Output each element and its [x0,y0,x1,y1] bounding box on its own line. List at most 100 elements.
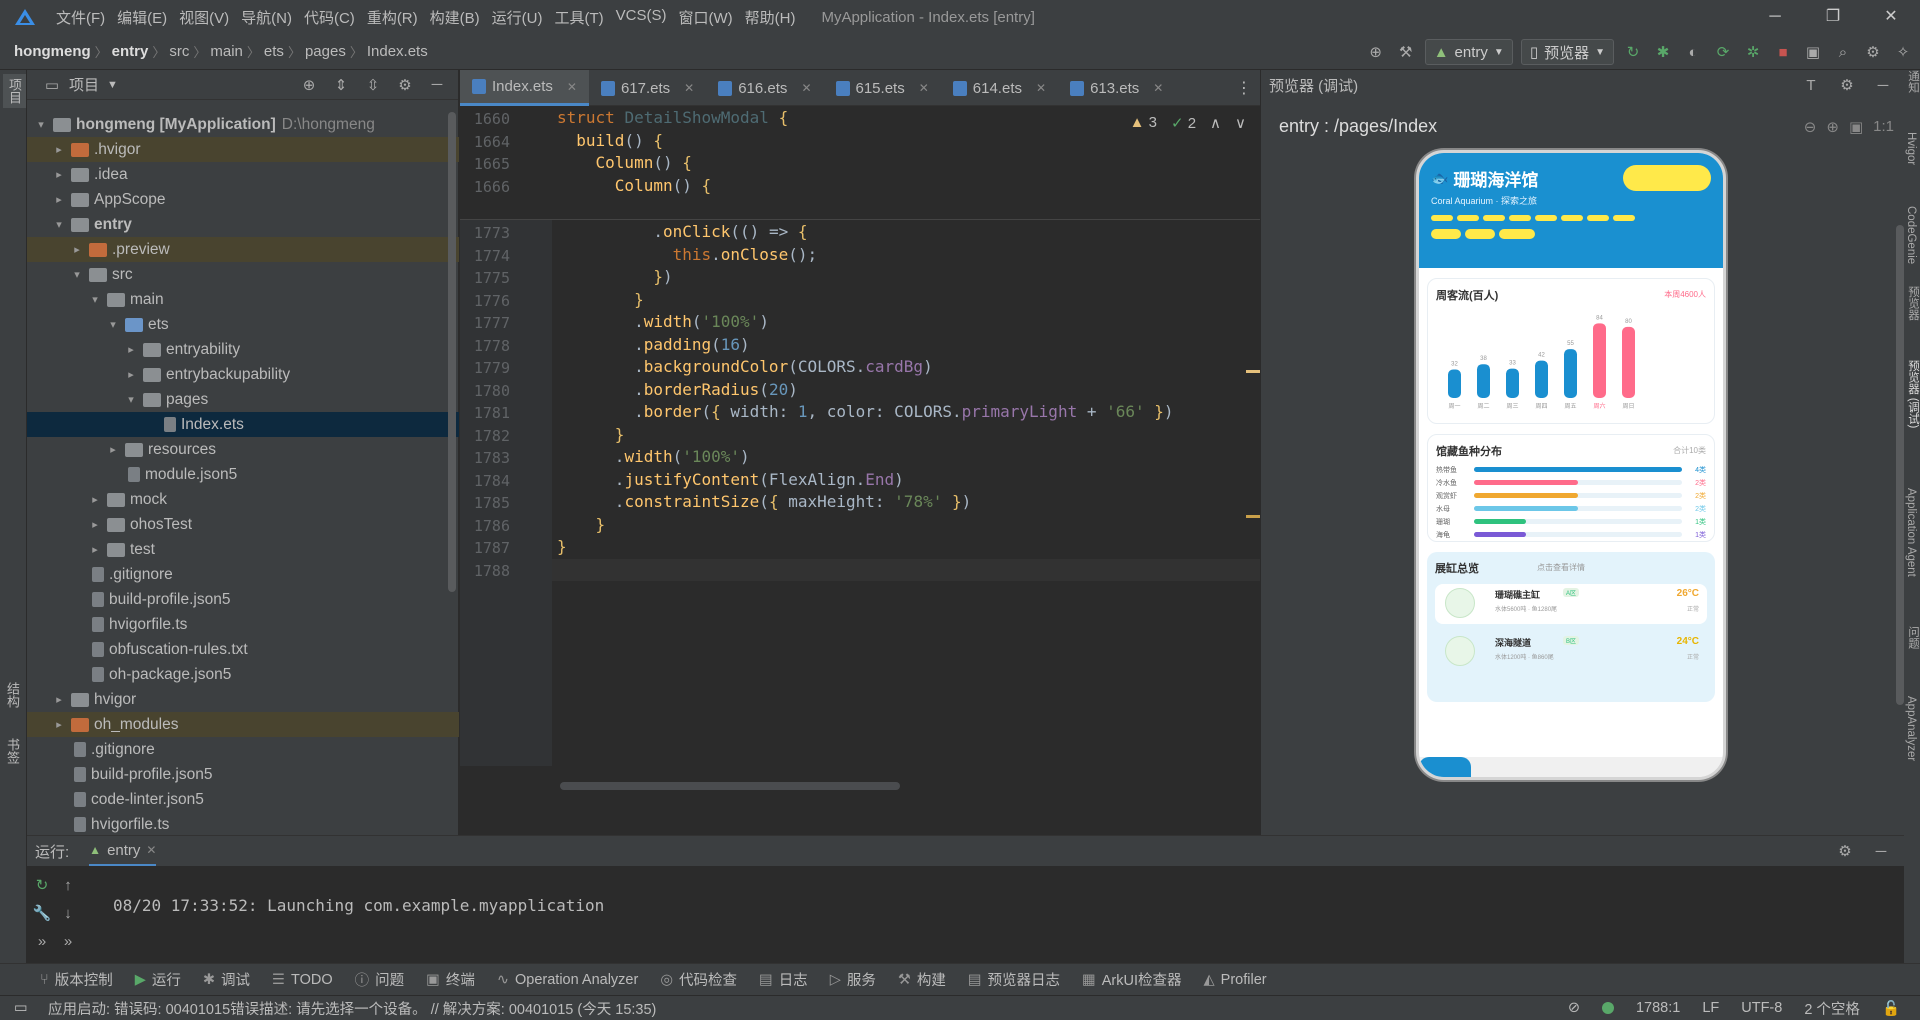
code-line[interactable]: .justifyContent(FlexAlign.End) [557,470,904,489]
code-line[interactable]: .width('100%') [557,312,769,331]
tool-window-button[interactable]: ▶ 运行 [135,969,181,990]
code-line[interactable]: .borderRadius(20) [557,380,798,399]
tool-window-button[interactable]: ∿ Operation Analyzer [497,972,638,988]
tree-node[interactable]: ▸ hvigor [27,687,459,712]
hide-previewer-icon[interactable]: ─ [1872,74,1894,96]
zoom-in-icon[interactable]: ⊕ [1826,118,1839,136]
breadcrumb-item[interactable]: hongmeng [14,43,91,60]
expand-arrow-icon[interactable]: ▸ [123,368,139,381]
maximize-button[interactable]: ❐ [1804,0,1862,34]
warning-marker[interactable] [1246,515,1260,518]
tool-window-button[interactable]: ▦ ArkUI检查器 [1082,969,1181,990]
run-config-selector[interactable]: ▲ entry ▼ [1424,39,1513,65]
tab-home[interactable] [1419,757,1471,777]
tree-node[interactable]: ▸ entrybackupability [27,362,459,387]
tree-node[interactable]: ▸ AppScope [27,187,459,212]
tree-node[interactable]: build-profile.json5 [27,762,459,787]
tree-node[interactable]: ▸ .hvigor [27,137,459,162]
tree-node[interactable]: ▸ .preview [27,237,459,262]
expand-arrow-icon[interactable]: ▾ [123,393,139,406]
previewer-settings-icon[interactable]: ⚙ [1836,74,1858,96]
expand-icon[interactable]: » [31,930,53,952]
tree-scrollbar[interactable] [448,112,456,592]
right-tool-tab[interactable]: CodeGenie [1905,206,1917,264]
code-line[interactable]: this.onClose(); [557,245,818,264]
profile-icon[interactable]: ✲ [1742,41,1764,63]
menu-item[interactable]: 导航(N) [235,7,298,28]
right-tool-tab[interactable]: AppAnalyzer [1905,696,1917,761]
breadcrumb-item[interactable]: Index.ets [367,43,428,60]
close-window-button[interactable]: ✕ [1862,0,1920,34]
tank-card[interactable]: 珊瑚礁主缸 A区 水体5600吨 · 鱼1280尾 26°C 正常 [1435,584,1707,624]
locate-file-icon[interactable]: ⊕ [298,74,320,96]
close-tab-icon[interactable]: ✕ [1036,81,1046,95]
status-ok-icon[interactable] [1601,1002,1614,1014]
expand-arrow-icon[interactable]: ▸ [51,168,67,181]
scroll-down-icon[interactable]: ↓ [57,902,79,924]
tree-node[interactable]: ▸ resources [27,437,459,462]
code-line[interactable]: } [557,290,644,309]
right-tool-tab[interactable]: 预览器 (调试) [1905,360,1920,428]
close-tab-icon[interactable]: ✕ [919,81,929,95]
run-settings-icon[interactable]: ⚙ [1834,840,1856,862]
preview-scrollbar[interactable] [1896,225,1904,705]
tree-node[interactable]: ▸ .idea [27,162,459,187]
tool-window-button[interactable]: ▣ 终端 [426,969,475,990]
warning-marker[interactable] [1246,370,1260,373]
code-line[interactable]: .onClick(() => { [557,222,807,241]
code-line[interactable]: .backgroundColor(COLORS.cardBg) [557,357,933,376]
menu-item[interactable]: 帮助(H) [739,7,802,28]
debug-icon[interactable]: ✱ [1652,41,1674,63]
more-tabs-icon[interactable]: ⋮ [1236,78,1252,98]
code-line[interactable]: } [557,537,567,556]
editor-tab[interactable]: 616.ets ✕ [706,70,823,106]
close-tab-icon[interactable]: ✕ [801,81,811,95]
tree-node[interactable]: build-profile.json5 [27,587,459,612]
more-icon[interactable]: » [57,930,79,952]
close-tab-icon[interactable]: ✕ [567,80,577,94]
tree-node[interactable]: ▾ main [27,287,459,312]
breadcrumb-item[interactable]: src [169,43,189,60]
breadcrumb-item[interactable]: ets [264,43,284,60]
tree-node[interactable]: ▸ test [27,537,459,562]
bookmarks-tool-tab[interactable]: 书签 [3,738,22,764]
target-icon[interactable]: ⊕ [1365,41,1387,63]
breadcrumb-item[interactable]: pages [305,43,346,60]
editor-tab[interactable]: 617.ets ✕ [589,70,706,106]
expand-arrow-icon[interactable]: ▸ [87,493,103,506]
tool-window-button[interactable]: ☰ TODO [272,972,333,988]
close-run-tab-icon[interactable]: ✕ [146,843,156,857]
minimize-button[interactable]: ─ [1746,0,1804,34]
menu-item[interactable]: 文件(F) [50,7,111,28]
hide-panel-icon[interactable]: ─ [426,74,448,96]
scroll-up-icon[interactable]: ↑ [57,874,79,896]
tool-window-button[interactable]: ◎ 代码检查 [660,969,737,990]
expand-arrow-icon[interactable]: ▾ [51,218,67,231]
project-tool-tab[interactable]: 项目 [3,74,26,108]
right-tool-tab[interactable]: 通知 [1905,70,1920,93]
tree-node[interactable]: module.json5 [27,462,459,487]
code-line[interactable]: .border({ width: 1, color: COLORS.primar… [557,402,1174,421]
tree-node[interactable]: ▸ oh_modules [27,712,459,737]
next-highlight-icon[interactable]: ∨ [1235,114,1246,132]
tool-window-button[interactable]: ⚒ 构建 [898,969,946,990]
status-message[interactable]: 应用启动: 错误码: 00401015错误描述: 请先选择一个设备。 // 解决… [48,998,656,1019]
tool-window-button[interactable]: ◭ Profiler [1204,972,1267,988]
run-tab-entry[interactable]: ▲ entry ✕ [89,836,157,866]
code-line[interactable]: } [557,515,606,534]
code-line[interactable]: struct DetailShowModal { [557,108,788,127]
right-tool-tab[interactable]: 问题 [1905,626,1920,649]
zoom-out-icon[interactable]: ⊖ [1804,118,1817,136]
tree-node[interactable]: Index.ets [27,412,459,437]
menu-item[interactable]: 窗口(W) [672,7,738,28]
code-line[interactable]: .width('100%') [557,447,750,466]
tree-node[interactable]: hvigorfile.ts [27,612,459,637]
tree-node[interactable]: hvigorfile.ts [27,812,459,837]
code-line[interactable]: } [557,425,625,444]
rerun-icon[interactable]: ↻ [31,874,53,896]
tool-window-button[interactable]: ✱ 调试 [203,969,250,990]
code-line[interactable]: .constraintSize({ maxHeight: '78%' }) [557,492,971,511]
tool-window-button[interactable]: ⓘ 问题 [355,969,405,990]
wrench-icon[interactable]: 🔧 [31,902,53,924]
tank-card[interactable]: 深海隧道 B区 水体1200吨 · 鱼860尾 24°C 正常 [1435,632,1707,672]
